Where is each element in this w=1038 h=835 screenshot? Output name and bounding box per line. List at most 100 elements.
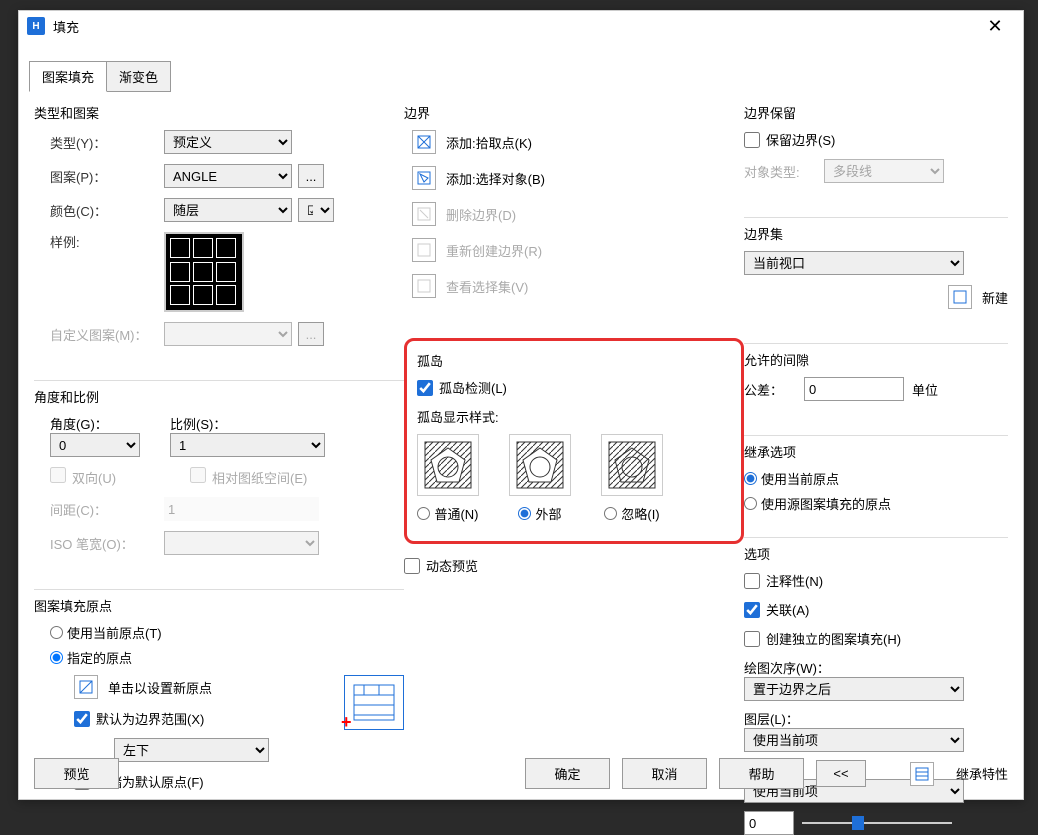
boundary-set-title: 边界集 bbox=[744, 224, 1008, 243]
scale-select[interactable]: 1 bbox=[170, 433, 325, 457]
inherit-source-radio[interactable] bbox=[744, 497, 757, 510]
origin-preview: + bbox=[344, 675, 404, 730]
footer: 预览 确定 取消 帮助 << 继承特性 bbox=[19, 758, 1023, 789]
add-pick-icon[interactable] bbox=[412, 130, 436, 154]
tab-bar: 图案填充 渐变色 bbox=[19, 61, 1023, 92]
add-select-icon[interactable] bbox=[412, 166, 436, 190]
spacing-input bbox=[164, 497, 319, 521]
pattern-browse-button[interactable]: ... bbox=[298, 164, 324, 188]
col-left: 类型和图案 类型(Y)： 预定义 图案(P)： ANGLE ... 颜色(C)：… bbox=[34, 103, 404, 739]
click-set-label: 单击以设置新原点 bbox=[108, 678, 212, 697]
window-title: 填充 bbox=[53, 17, 975, 36]
inherit-title: 继承选项 bbox=[744, 442, 1008, 461]
content: 类型和图案 类型(Y)： 预定义 图案(P)： ANGLE ... 颜色(C)：… bbox=[19, 93, 1023, 749]
add-select-label[interactable]: 添加:选择对象(B) bbox=[446, 169, 545, 188]
island-detect-label: 孤岛检测(L) bbox=[439, 378, 507, 397]
recreate-boundary-label: 重新创建边界(R) bbox=[446, 241, 542, 260]
angle-scale-title: 角度和比例 bbox=[34, 387, 404, 406]
boundary-title: 边界 bbox=[404, 103, 744, 122]
type-select[interactable]: 预定义 bbox=[164, 130, 292, 154]
app-icon: H bbox=[27, 17, 45, 35]
color2-select[interactable]: ☑ bbox=[298, 198, 334, 222]
new-boundary-set-icon[interactable] bbox=[948, 285, 972, 309]
color-label: 颜色(C)： bbox=[34, 201, 164, 220]
view-sel-label: 查看选择集(V) bbox=[446, 277, 528, 296]
draw-order-select[interactable]: 置于边界之后 bbox=[744, 677, 964, 701]
island-normal-preview[interactable] bbox=[417, 434, 479, 496]
iso-label: ISO 笔宽(O)： bbox=[34, 534, 164, 553]
angle-scale-group: 角度和比例 角度(G)： 0 比例(S)： 1 双向(U) 相对图纸空间(E) bbox=[34, 387, 404, 565]
pattern-select[interactable]: ANGLE bbox=[164, 164, 292, 188]
ok-button[interactable]: 确定 bbox=[525, 758, 610, 789]
rel-paper-label: 相对图纸空间(E) bbox=[212, 471, 307, 486]
angle-select[interactable]: 0 bbox=[50, 433, 140, 457]
options-title: 选项 bbox=[744, 544, 1008, 563]
island-detect-checkbox[interactable] bbox=[417, 380, 433, 396]
pick-origin-icon[interactable] bbox=[74, 675, 98, 699]
island-outer-preview[interactable] bbox=[509, 434, 571, 496]
island-group-highlighted: 孤岛 孤岛检测(L) 孤岛显示样式: 普通(N) 外部 忽略(I) bbox=[404, 338, 744, 544]
remove-boundary-icon bbox=[412, 202, 436, 226]
default-bounds-checkbox[interactable] bbox=[74, 711, 90, 727]
inherit-current-radio[interactable] bbox=[744, 472, 757, 485]
unit-label: 单位 bbox=[912, 380, 938, 399]
keep-boundary-checkbox[interactable] bbox=[744, 132, 760, 148]
assoc-label: 关联(A) bbox=[766, 600, 809, 619]
island-ignore-radio[interactable] bbox=[604, 507, 617, 520]
scale-label: 比例(S)： bbox=[170, 414, 325, 433]
pattern-label: 图案(P)： bbox=[34, 167, 164, 186]
preview-button[interactable]: 预览 bbox=[34, 758, 119, 789]
transparency-slider[interactable] bbox=[802, 822, 952, 824]
island-outer-label: 外部 bbox=[535, 504, 561, 523]
island-outer-radio[interactable] bbox=[518, 507, 531, 520]
sample-swatch[interactable] bbox=[164, 232, 244, 312]
specify-origin-label: 指定的原点 bbox=[67, 648, 132, 667]
layer-select[interactable]: 使用当前项 bbox=[744, 728, 964, 752]
type-pattern-group: 类型和图案 类型(Y)： 预定义 图案(P)： ANGLE ... 颜色(C)：… bbox=[34, 103, 404, 356]
color-select[interactable]: 随层 bbox=[164, 198, 292, 222]
separate-checkbox[interactable] bbox=[744, 631, 760, 647]
inherit-current-label: 使用当前原点 bbox=[761, 469, 839, 488]
use-current-origin-radio[interactable] bbox=[50, 626, 63, 639]
origin-title: 图案填充原点 bbox=[34, 596, 404, 615]
view-sel-icon bbox=[412, 274, 436, 298]
inherit-props-icon[interactable] bbox=[910, 762, 934, 786]
col-middle: 边界 添加:拾取点(K) 添加:选择对象(B) 删除边界(D) 重新创建边界(R… bbox=[404, 103, 744, 739]
collapse-button[interactable]: << bbox=[816, 760, 866, 787]
close-button[interactable]: ✕ bbox=[975, 11, 1015, 41]
island-title: 孤岛 bbox=[417, 351, 731, 370]
obj-type-select: 多段线 bbox=[824, 159, 944, 183]
bidir-label: 双向(U) bbox=[72, 471, 116, 486]
plus-icon: + bbox=[341, 712, 352, 733]
tab-pattern-fill[interactable]: 图案填充 bbox=[29, 61, 107, 92]
help-button[interactable]: 帮助 bbox=[719, 758, 804, 789]
island-ignore-preview[interactable] bbox=[601, 434, 663, 496]
boundary-set-select[interactable]: 当前视口 bbox=[744, 251, 964, 275]
boundary-set-group: 边界集 当前视口 新建 bbox=[744, 224, 1008, 319]
tab-gradient[interactable]: 渐变色 bbox=[106, 61, 171, 92]
specify-origin-radio[interactable] bbox=[50, 651, 63, 664]
boundary-keep-title: 边界保留 bbox=[744, 103, 1008, 122]
gap-group: 允许的间隙 公差： 单位 bbox=[744, 350, 1008, 411]
bidir-checkbox bbox=[50, 467, 66, 483]
tolerance-input[interactable] bbox=[804, 377, 904, 401]
cancel-button[interactable]: 取消 bbox=[622, 758, 707, 789]
assoc-checkbox[interactable] bbox=[744, 602, 760, 618]
add-pick-label[interactable]: 添加:拾取点(K) bbox=[446, 133, 532, 152]
island-display-label: 孤岛显示样式: bbox=[417, 407, 731, 426]
dynamic-preview-checkbox[interactable] bbox=[404, 558, 420, 574]
annotative-checkbox[interactable] bbox=[744, 573, 760, 589]
default-bounds-label: 默认为边界范围(X) bbox=[96, 709, 204, 728]
transparency-value-input[interactable] bbox=[744, 811, 794, 835]
obj-type-label: 对象类型: bbox=[744, 162, 824, 181]
new-boundary-set-label[interactable]: 新建 bbox=[982, 288, 1008, 307]
boundary-keep-group: 边界保留 保留边界(S) 对象类型: 多段线 bbox=[744, 103, 1008, 193]
col-right: 边界保留 保留边界(S) 对象类型: 多段线 边界集 当前视口 新建 允许的间隙 bbox=[744, 103, 1008, 739]
island-normal-radio[interactable] bbox=[417, 507, 430, 520]
rel-paper-checkbox bbox=[190, 467, 206, 483]
custom-pattern-label: 自定义图案(M)： bbox=[34, 325, 164, 344]
custom-pattern-browse: ... bbox=[298, 322, 324, 346]
island-normal-label: 普通(N) bbox=[434, 504, 478, 523]
draw-order-label: 绘图次序(W)： bbox=[744, 658, 1008, 677]
inherit-props-label[interactable]: 继承特性 bbox=[956, 764, 1008, 783]
